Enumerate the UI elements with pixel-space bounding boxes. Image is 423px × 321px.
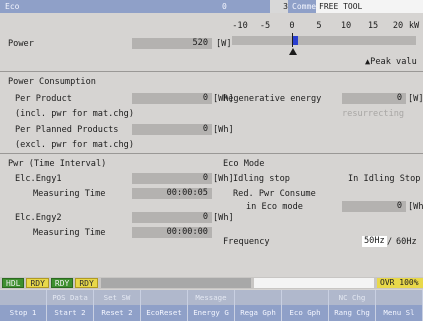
red-pwr-value: 0 bbox=[342, 201, 406, 212]
frequency-separator: / bbox=[387, 237, 393, 247]
peak-value-label: ▲Peak valu bbox=[365, 57, 417, 67]
power-unit: [W] bbox=[216, 39, 232, 49]
menu-upper-key-nc-chg[interactable]: NC Chg bbox=[329, 290, 376, 305]
status-strip: HDL RDY RDY RDY OVR 100% bbox=[0, 277, 423, 289]
per-planned-unit: [Wh] bbox=[213, 125, 234, 135]
menu-upper-key-pos-data[interactable]: POS Data bbox=[47, 290, 94, 305]
header-value-b-box: 3 bbox=[270, 0, 288, 13]
measuring-time-2-label: Measuring Time bbox=[33, 228, 106, 238]
divider bbox=[0, 71, 423, 72]
elc-engy2-value: 0 bbox=[132, 212, 212, 223]
power-label: Power bbox=[8, 39, 34, 49]
scale-tick: -5 bbox=[259, 21, 271, 31]
per-planned-note: (excl. pwr for mat.chg) bbox=[15, 140, 134, 150]
section-power-consumption: Power Consumption bbox=[8, 77, 96, 87]
power-gauge-fill bbox=[293, 36, 299, 45]
menu-upper-key-7[interactable] bbox=[282, 290, 329, 305]
idling-stop-label: Idling stop bbox=[233, 174, 290, 184]
elc-engy2-unit: [Wh] bbox=[213, 213, 234, 223]
comment-label: Comment bbox=[292, 2, 326, 11]
menu-upper-key-message[interactable]: Message bbox=[188, 290, 235, 305]
per-planned-label: Per Planned Products bbox=[15, 125, 119, 135]
peak-marker-icon bbox=[289, 48, 297, 55]
per-product-label: Per Product bbox=[15, 94, 72, 104]
range-change-button[interactable]: Rang Chg bbox=[329, 305, 376, 321]
gauge-zero-line bbox=[292, 33, 293, 47]
measuring-time-2-value: 00:00:00 bbox=[132, 227, 212, 238]
start-button[interactable]: Start 2 bbox=[47, 305, 94, 321]
menu-upper-key-9[interactable] bbox=[376, 290, 423, 305]
scale-tick: 5 bbox=[316, 21, 322, 31]
divider bbox=[0, 153, 423, 154]
per-product-note: (incl. pwr for mat.chg) bbox=[15, 109, 134, 119]
menu-row-upper: POS Data Set SW Message NC Chg bbox=[0, 290, 423, 305]
comment-value: FREE TOOL bbox=[316, 0, 423, 13]
stop-button[interactable]: Stop 1 bbox=[0, 305, 47, 321]
frequency-50hz-option[interactable]: 50Hz bbox=[362, 236, 387, 247]
scale-tick: 0 bbox=[289, 21, 295, 31]
regen-energy-value: 0 bbox=[342, 93, 406, 104]
rdy-indicator-1: RDY bbox=[26, 278, 49, 288]
power-gauge bbox=[232, 36, 416, 45]
status-gray-field bbox=[100, 278, 251, 288]
override-indicator: OVR 100% bbox=[377, 278, 423, 288]
rdy-indicator-2: RDY bbox=[50, 278, 74, 288]
red-pwr-label-2: in Eco mode bbox=[246, 202, 303, 212]
frequency-60hz-option[interactable]: 60Hz bbox=[396, 237, 417, 247]
header-bar: Eco 0 3 Comment FREE TOOL bbox=[0, 0, 423, 13]
scale-tick: 15 bbox=[367, 21, 379, 31]
energy-graph-button[interactable]: Energy G bbox=[188, 305, 235, 321]
measuring-time-1-label: Measuring Time bbox=[33, 189, 106, 199]
scale-unit: kW bbox=[408, 21, 420, 31]
header-value-a: 0 bbox=[222, 2, 227, 11]
section-time-interval: Pwr (Time Interval) bbox=[8, 159, 107, 169]
menu-upper-key-1[interactable] bbox=[0, 290, 47, 305]
scale-tick: -10 bbox=[232, 21, 248, 31]
regen-status: resurrecting bbox=[342, 109, 405, 119]
regen-graph-button[interactable]: Rega Gph bbox=[235, 305, 282, 321]
menu-upper-key-6[interactable] bbox=[235, 290, 282, 305]
menu-upper-key-4[interactable] bbox=[141, 290, 188, 305]
screen-title: Eco bbox=[5, 2, 20, 11]
menu-upper-key-set-sw[interactable]: Set SW bbox=[94, 290, 141, 305]
menu-select-button[interactable]: Menu Sl bbox=[376, 305, 423, 321]
elc-engy1-label: Elc.Engy1 bbox=[15, 174, 62, 184]
elc-engy1-unit: [Wh] bbox=[213, 174, 234, 184]
section-eco-mode: Eco Mode bbox=[223, 159, 265, 169]
eco-graph-button[interactable]: Eco Gph bbox=[282, 305, 329, 321]
menu-row-lower: Stop 1 Start 2 Reset 2 EcoReset Energy G… bbox=[0, 305, 423, 321]
eco-reset-button[interactable]: EcoReset bbox=[141, 305, 188, 321]
scale-tick: 20 bbox=[392, 21, 404, 31]
per-planned-value: 0 bbox=[132, 124, 212, 135]
power-scale: -10 -5 0 5 10 15 20 kW bbox=[0, 21, 423, 33]
regen-energy-label: Regenerative energy bbox=[223, 94, 322, 104]
red-pwr-unit: [Wh bbox=[408, 202, 423, 212]
header-value-b: 3 bbox=[283, 2, 288, 11]
elc-engy1-value: 0 bbox=[132, 173, 212, 184]
idling-stop-value: In Idling Stop bbox=[348, 174, 421, 184]
status-message-field bbox=[253, 278, 374, 288]
elc-engy2-label: Elc.Engy2 bbox=[15, 213, 62, 223]
per-product-value: 0 bbox=[132, 93, 212, 104]
reset-button[interactable]: Reset 2 bbox=[94, 305, 141, 321]
red-pwr-label: Red. Pwr Consume bbox=[233, 189, 316, 199]
power-value: 520 bbox=[132, 38, 212, 49]
frequency-label: Frequency bbox=[223, 237, 270, 247]
scale-tick: 10 bbox=[340, 21, 352, 31]
rdy-indicator-3: RDY bbox=[75, 278, 98, 288]
measuring-time-1-value: 00:00:05 bbox=[132, 188, 212, 199]
hdl-indicator: HDL bbox=[2, 278, 25, 288]
regen-energy-unit: [W] bbox=[408, 94, 423, 104]
